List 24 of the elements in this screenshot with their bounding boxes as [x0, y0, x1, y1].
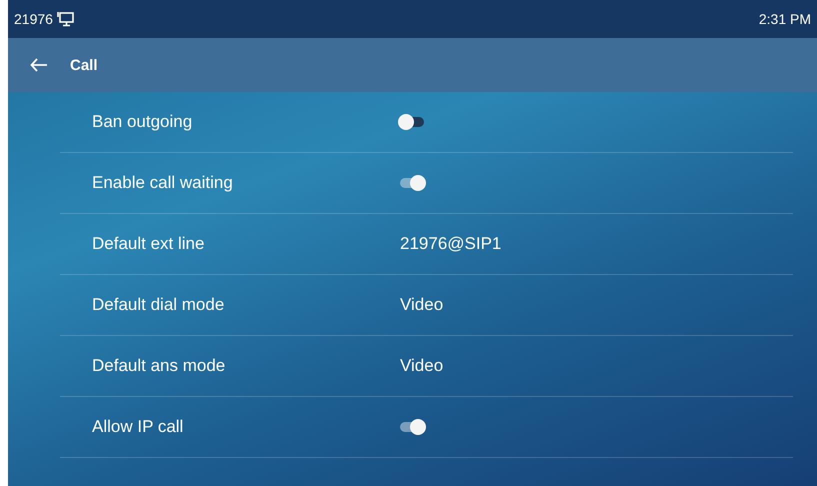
extension-number: 21976	[14, 11, 53, 27]
monitor-icon	[56, 11, 75, 27]
setting-row[interactable]: Enable call waiting	[60, 153, 793, 214]
setting-value: Video	[400, 295, 444, 315]
setting-label: Default dial mode	[91, 295, 226, 315]
setting-row[interactable]: Ban outgoing	[60, 92, 793, 153]
toggle-switch[interactable]	[400, 422, 424, 432]
setting-label: Default ans mode	[91, 356, 226, 376]
setting-label: Default ext line	[91, 234, 206, 254]
setting-label: Allow IP call	[91, 417, 184, 437]
setting-label: Enable call waiting	[91, 173, 234, 193]
setting-value: 21976@SIP1	[400, 234, 502, 254]
back-button[interactable]	[30, 58, 48, 72]
setting-row[interactable]: Default ans mode Video	[60, 336, 793, 397]
clock-time: 2:31 PM	[758, 11, 811, 27]
setting-row[interactable]: Default ext line 21976@SIP1	[60, 214, 793, 275]
setting-row[interactable]: Allow IP call	[60, 397, 793, 458]
toggle-switch[interactable]	[400, 117, 424, 127]
toggle-switch[interactable]	[400, 178, 424, 188]
setting-row[interactable]: Default dial mode Video	[60, 275, 793, 336]
back-arrow-icon	[30, 58, 48, 72]
setting-label: Ban outgoing	[91, 112, 194, 132]
setting-value: Video	[400, 356, 444, 376]
page-title: Call	[70, 56, 98, 74]
